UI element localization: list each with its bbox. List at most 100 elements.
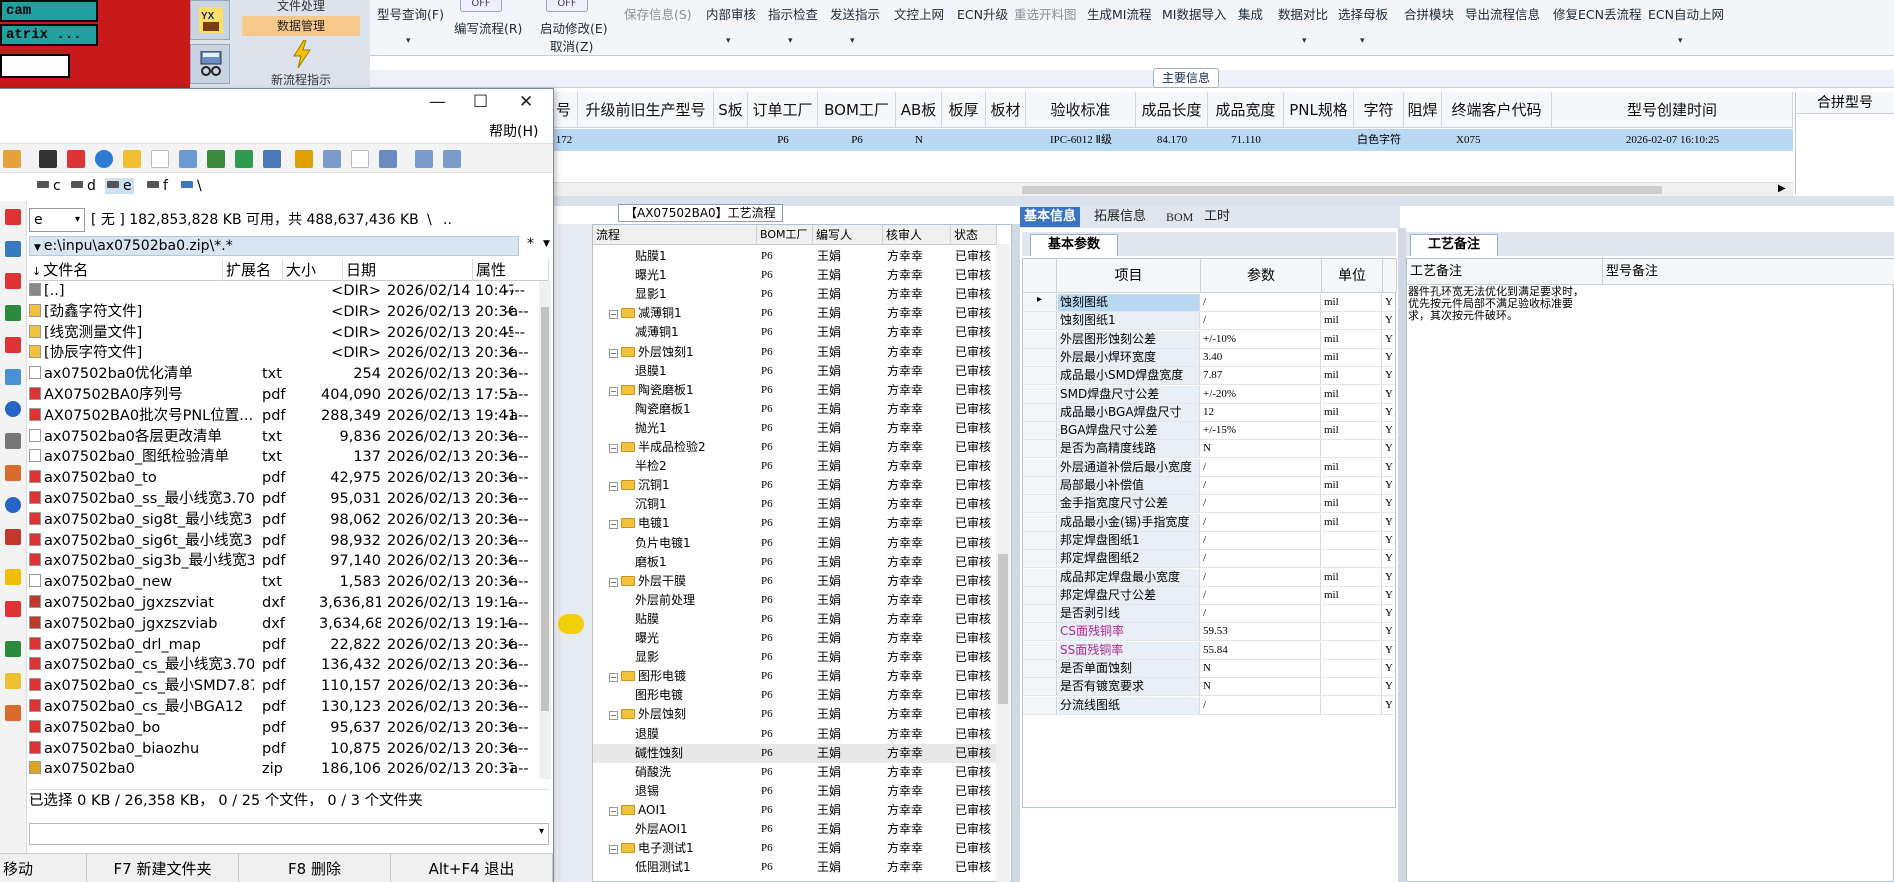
- process-row[interactable]: 外层AOI1 P6 王娟 方幸幸 已审核: [593, 820, 997, 839]
- folder-icon[interactable]: [5, 673, 21, 689]
- param-row[interactable]: CS面残铜率 59.53 Y: [1023, 623, 1397, 642]
- row-indicator[interactable]: [1023, 477, 1057, 494]
- basic-params-tab[interactable]: 基本参数: [1030, 234, 1118, 256]
- param-value[interactable]: N: [1201, 660, 1321, 677]
- row-indicator[interactable]: [1023, 330, 1057, 348]
- row-indicator[interactable]: [1023, 458, 1057, 476]
- minimize-button[interactable]: —: [429, 92, 446, 112]
- process-row[interactable]: − 减薄铜1 P6 王娟 方幸幸 已审核: [593, 304, 997, 323]
- brief-icon[interactable]: [443, 150, 461, 168]
- row-indicator[interactable]: [1023, 696, 1057, 714]
- file-row[interactable]: ax07502ba0各层更改清单 txt 9,836 2026/02/13 20:36…: [29, 427, 543, 448]
- process-row[interactable]: − 外层干膜 P6 王娟 方幸幸 已审核: [593, 572, 997, 591]
- process-row[interactable]: 退膜1 P6 王娟 方幸幸 已审核: [593, 362, 997, 381]
- ecn-auto-online-button[interactable]: ECN自动上网: [1648, 4, 1724, 23]
- param-row[interactable]: 外层图形蚀刻公差 +/-10% mil Y: [1023, 330, 1397, 349]
- param-row[interactable]: 邦定焊盘尺寸公差 / mil Y: [1023, 586, 1397, 605]
- row-indicator[interactable]: [1023, 422, 1057, 440]
- row-indicator[interactable]: [1023, 623, 1057, 641]
- new-folder-button[interactable]: F7 新建文件夹: [87, 854, 239, 882]
- collapse-icon[interactable]: −: [609, 386, 618, 396]
- merge-module-button[interactable]: 合拼模块: [1404, 4, 1454, 23]
- pdf-icon[interactable]: [5, 209, 21, 225]
- file-list-scrollbar[interactable]: [539, 281, 551, 779]
- vertical-splitter-2[interactable]: [1398, 228, 1406, 882]
- param-row[interactable]: 邦定焊盘图纸2/ Y: [1023, 550, 1397, 569]
- col-date[interactable]: 日期: [343, 259, 473, 281]
- param-value[interactable]: 7.87: [1201, 367, 1321, 385]
- compare-icon[interactable]: [179, 150, 197, 168]
- collapse-icon[interactable]: −: [609, 310, 618, 320]
- row-indicator[interactable]: [1023, 586, 1057, 604]
- select-mother-board-button[interactable]: 选择母板: [1338, 4, 1388, 23]
- param-value[interactable]: /: [1201, 550, 1321, 568]
- param-row[interactable]: 分流线图纸 / Y: [1023, 696, 1397, 715]
- param-row[interactable]: 成品最小SMD焊盘宽度 7.87 mil Y: [1023, 367, 1397, 386]
- ecn-upgrade-button[interactable]: ECN升级: [957, 4, 1008, 23]
- vertical-splitter[interactable]: [1012, 224, 1020, 882]
- cam-menu-item[interactable]: cam: [0, 0, 98, 22]
- process-row[interactable]: 减薄铜1 P6 王娟 方幸幸 已审核: [593, 323, 997, 342]
- row-indicator[interactable]: [1023, 605, 1057, 623]
- tab-hours[interactable]: 工时: [1200, 207, 1234, 227]
- move-button[interactable]: 移动: [0, 854, 87, 882]
- collapse-icon[interactable]: −: [609, 482, 618, 492]
- titlebar[interactable]: — ☐ ✕: [0, 89, 553, 119]
- tab-bom[interactable]: BOM: [1162, 207, 1197, 227]
- close-button[interactable]: ✕: [519, 92, 533, 112]
- save-info-button[interactable]: 保存信息(S): [624, 4, 692, 23]
- file-row[interactable]: AX07502BA0序列号 pdf 404,090 2026/02/13 17:53-…: [29, 385, 543, 406]
- col-header[interactable]: 字符: [1354, 92, 1404, 128]
- chevron-down-icon[interactable]: ▼: [543, 239, 550, 249]
- param-value[interactable]: 12: [1201, 403, 1321, 421]
- param-value[interactable]: +/-10%: [1201, 330, 1321, 348]
- col-name[interactable]: ↓ 文件名: [29, 259, 223, 281]
- calculator-tool-button[interactable]: [190, 44, 230, 84]
- col-header[interactable]: 参数: [1201, 259, 1322, 293]
- process-remark-tab[interactable]: 工艺备注: [1410, 234, 1498, 256]
- tool-icon[interactable]: [5, 433, 21, 449]
- row-indicator[interactable]: [1023, 678, 1057, 696]
- drive-e[interactable]: e: [105, 178, 134, 194]
- file-row[interactable]: ax07502ba0_bo pdf 95,637 2026/02/13 20:36 -a…: [29, 718, 543, 739]
- param-row[interactable]: 是否为高精度线路 N Y: [1023, 440, 1397, 459]
- process-row[interactable]: − 电子测试1 P6 王娟 方幸幸 已审核: [593, 839, 997, 858]
- row-indicator[interactable]: [1023, 403, 1057, 421]
- process-row[interactable]: − AOI1 P6 王娟 方幸幸 已审核: [593, 801, 997, 820]
- process-row[interactable]: − 图形电镀 P6 王娟 方幸幸 已审核: [593, 667, 997, 686]
- row-indicator[interactable]: [1023, 660, 1057, 677]
- list-icon[interactable]: [323, 150, 341, 168]
- maximize-button[interactable]: ☐: [473, 92, 488, 112]
- scroll-thumb[interactable]: [1022, 186, 1662, 194]
- doc-online-button[interactable]: 文控上网: [894, 4, 944, 23]
- chat-bubble-icon[interactable]: [558, 614, 584, 634]
- col-header[interactable]: 升级前旧生产型号: [578, 92, 714, 128]
- param-value[interactable]: /: [1201, 312, 1321, 330]
- process-row[interactable]: 贴膜 P6 王娟 方幸幸 已审核: [593, 610, 997, 629]
- process-row[interactable]: 碱性蚀刻 P6 王娟 方幸幸 已审核: [593, 743, 997, 763]
- export-process-button[interactable]: 导出流程信息: [1465, 4, 1540, 23]
- row-indicator[interactable]: [1023, 385, 1057, 403]
- param-value[interactable]: /: [1201, 531, 1321, 549]
- param-row[interactable]: 成品最小BGA焊盘尺寸 12 mil Y: [1023, 403, 1397, 422]
- data-manage-menu[interactable]: 数据管理: [242, 16, 360, 36]
- param-value[interactable]: /: [1201, 477, 1321, 494]
- yx-tool-button[interactable]: YX: [190, 0, 230, 40]
- model-query-button[interactable]: 型号查询(F): [377, 4, 444, 23]
- drive-c[interactable]: c: [37, 178, 61, 194]
- col-header[interactable]: 流程: [593, 225, 757, 245]
- process-row[interactable]: 沉铜1 P6 王娟 方幸幸 已审核: [593, 495, 997, 514]
- file-row[interactable]: ax07502ba0_to pdf 42,975 2026/02/13 20:36 -a…: [29, 468, 543, 489]
- file-row[interactable]: ax07502ba0_图纸检验清单 txt 137 2026/02/13 20:36-…: [29, 447, 543, 468]
- send-instruction-button[interactable]: 发送指示: [830, 4, 880, 23]
- process-row[interactable]: − 外层蚀刻 P6 王娟 方幸幸 已审核: [593, 705, 997, 724]
- exit-button[interactable]: Alt+F4 退出: [391, 854, 553, 882]
- parent-button[interactable]: ..: [443, 209, 452, 231]
- process-row[interactable]: − 外层蚀刻1 P6 王娟 方幸幸 已审核: [593, 343, 997, 362]
- param-value[interactable]: N: [1201, 440, 1321, 458]
- mi-import-button[interactable]: MI数据导入: [1162, 4, 1226, 23]
- file-process-menu[interactable]: 文件处理: [242, 0, 360, 16]
- off-toggle-2[interactable]: OFF: [546, 0, 588, 12]
- row-indicator[interactable]: [1023, 531, 1057, 549]
- row-indicator[interactable]: [1023, 550, 1057, 568]
